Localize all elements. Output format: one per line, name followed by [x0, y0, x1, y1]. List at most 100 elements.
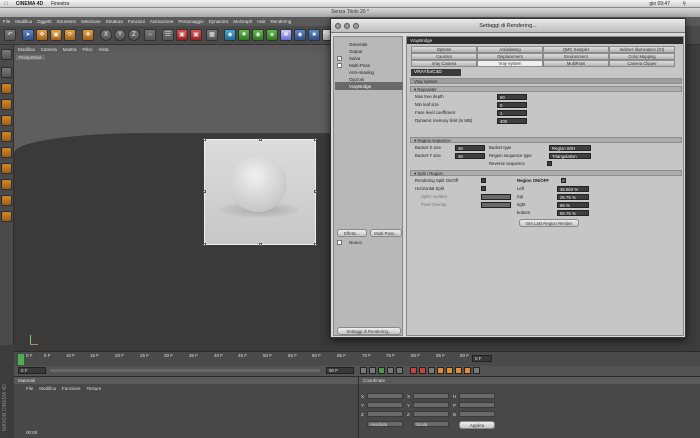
coord-scale-dropdown[interactable]: Scala [413, 421, 449, 427]
split-region-header[interactable]: ▾ Split / Region [410, 170, 682, 176]
bucket-y-field[interactable]: 48 [455, 153, 485, 159]
region-handle[interactable] [203, 138, 206, 141]
viewport-menu-mostra[interactable]: Mostra [63, 47, 77, 52]
tab-indirect-illumination[interactable]: Indirect Illumination (GI) [609, 46, 675, 53]
scale-icon[interactable]: ▣ [50, 29, 62, 41]
face-level-coefficient-field[interactable]: 1 [497, 110, 527, 116]
object-mode-icon[interactable] [1, 83, 12, 94]
menu-dynamics[interactable]: Dynamics [209, 19, 229, 24]
position-key-icon[interactable] [437, 367, 444, 374]
y-axis-icon[interactable]: Y [114, 29, 126, 41]
materials-menu-modifica[interactable]: Modifica [39, 386, 56, 391]
bucket-type-dropdown[interactable]: Region W/H [549, 145, 591, 151]
workplane-icon[interactable] [1, 211, 12, 222]
get-last-region-button[interactable]: Get Last Region Render [519, 219, 579, 227]
region-handle[interactable] [314, 190, 317, 193]
param-key-icon[interactable] [464, 367, 471, 374]
nav-item-salva[interactable]: Salva [349, 56, 360, 61]
nav-checkbox-multipass[interactable] [337, 63, 342, 68]
multipass-button[interactable]: Multi-Pass... [370, 229, 402, 237]
new-item-checkbox[interactable] [337, 240, 342, 245]
viewport-menu-camera[interactable]: Camera [41, 47, 57, 52]
scale-key-icon[interactable] [446, 367, 453, 374]
region-onoff-checkbox[interactable]: ✓ [561, 178, 566, 183]
current-frame-field[interactable]: 0 F [472, 355, 492, 362]
region-sequence-header[interactable]: ▾ Region sequence [410, 137, 682, 143]
make-editable-icon[interactable] [1, 49, 12, 60]
tab-vray-camera[interactable]: Vray Camera [411, 60, 477, 67]
end-frame-field[interactable]: 90 F [326, 367, 354, 374]
menu-personaggio[interactable]: Personaggio [178, 19, 203, 24]
x-axis-icon[interactable]: X [100, 29, 112, 41]
prev-frame-icon[interactable] [369, 367, 376, 374]
app-menu-name[interactable]: CINEMA 4D [16, 1, 43, 7]
raycaster-header[interactable]: ▾ Raycaster [410, 86, 682, 92]
region-handle[interactable] [203, 243, 206, 246]
nav-item-antialiasing[interactable]: Anti-Aliasing [349, 70, 374, 75]
axis-mode-icon[interactable] [1, 115, 12, 126]
zoom-icon[interactable] [353, 23, 359, 29]
time-range-slider[interactable] [50, 369, 320, 372]
tab-vray-system[interactable]: Vray system [477, 60, 543, 67]
region-handle[interactable] [259, 138, 262, 141]
coord-rot-p-field[interactable] [459, 402, 495, 408]
tab-options[interactable]: Options [411, 46, 477, 53]
right-field[interactable]: 65 % [557, 202, 589, 208]
nav-checkbox-salva[interactable]: ✓ [337, 56, 342, 61]
camera-icon[interactable]: ■ [308, 29, 320, 41]
minimize-icon[interactable] [344, 23, 350, 29]
texture-mode-icon[interactable] [1, 99, 12, 110]
world-coords-icon[interactable]: ○ [144, 29, 156, 41]
spotlight-icon[interactable]: ⚲ [682, 1, 686, 7]
environment-icon[interactable]: ◆ [294, 29, 306, 41]
coord-apply-button[interactable]: Applica [459, 421, 495, 429]
reverse-sequence-checkbox[interactable] [547, 161, 552, 166]
next-frame-icon[interactable] [387, 367, 394, 374]
nav-item-multipass[interactable]: Multi-Pass [349, 63, 370, 68]
undo-icon[interactable]: ↶ [4, 29, 16, 41]
render-split-checkbox[interactable] [481, 178, 486, 183]
coord-mode-dropdown[interactable]: Assoluto [367, 421, 403, 427]
tab-displacement[interactable]: Displacement [477, 53, 543, 60]
viewport-menu-filtro[interactable]: Filtro [83, 47, 93, 52]
goto-start-icon[interactable] [360, 367, 367, 374]
tab-color-mapping[interactable]: Color Mapping [609, 53, 675, 60]
window-menu[interactable]: Finestra [51, 1, 69, 7]
render-settings-icon[interactable]: ▣ [190, 29, 202, 41]
materials-menu-funzione[interactable]: Funzione [62, 386, 81, 391]
nav-item-vraybridge[interactable]: VrayBridge [349, 84, 371, 89]
move-icon[interactable]: ✥ [36, 29, 48, 41]
bottom-field[interactable]: 65.75 % [557, 210, 589, 216]
start-frame-field[interactable]: 0 F [18, 367, 46, 374]
menu-mograph[interactable]: MoGraph [233, 19, 252, 24]
tab-multipass[interactable]: MultiPass [543, 60, 609, 67]
menu-animazione[interactable]: Animazione [150, 19, 174, 24]
coord-pos-z-field[interactable] [367, 411, 403, 417]
region-handle[interactable] [203, 190, 206, 193]
tab-qmc-sampler[interactable]: QMC Sampler [543, 46, 609, 53]
point-level-icon[interactable] [473, 367, 480, 374]
coord-size-x-field[interactable] [413, 393, 449, 399]
menu-rendering[interactable]: Rendering [270, 19, 291, 24]
rotate-icon[interactable]: ⟳ [64, 29, 76, 41]
menu-hair[interactable]: Hair [257, 19, 265, 24]
tab-environment[interactable]: Environment [543, 53, 609, 60]
rotation-key-icon[interactable] [455, 367, 462, 374]
viewport[interactable]: Prospettiva [14, 53, 332, 351]
region-sequence-type-dropdown[interactable]: Triangulation [549, 153, 591, 159]
nav-item-generale[interactable]: Generale [349, 42, 368, 47]
effects-button[interactable]: Effetto... [337, 229, 367, 237]
menu-struttura[interactable]: Struttura [106, 19, 123, 24]
menu-selezione[interactable]: Selezione [81, 19, 101, 24]
left-field[interactable]: 36.563 % [557, 186, 589, 192]
menu-funzioni[interactable]: Funzioni [128, 19, 145, 24]
close-icon[interactable] [335, 23, 341, 29]
viewport-menu-vista[interactable]: Vista [99, 47, 109, 52]
sphere-object[interactable] [229, 156, 287, 212]
horizontal-split-checkbox[interactable] [481, 186, 486, 191]
playhead[interactable] [18, 354, 24, 365]
render-region-icon[interactable]: ▦ [206, 29, 218, 41]
bucket-x-field[interactable]: 48 [455, 145, 485, 151]
coord-pos-x-field[interactable] [367, 393, 403, 399]
timeline-ruler[interactable]: 0 F 5 F 10 F 15 F 20 F 25 F 30 F 35 F 40… [14, 351, 700, 366]
